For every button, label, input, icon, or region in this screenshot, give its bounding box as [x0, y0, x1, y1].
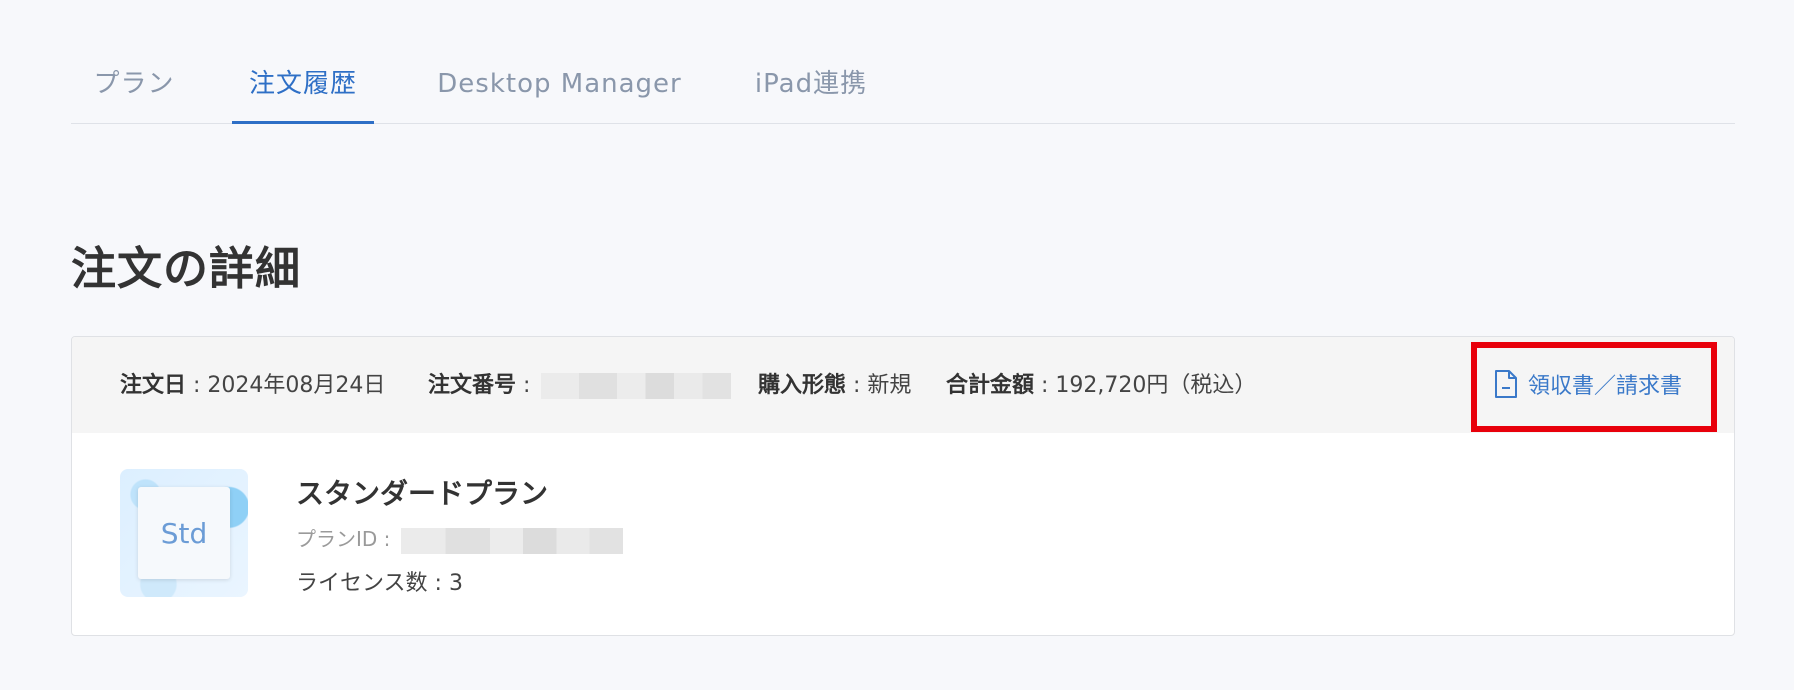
plan-id: プランID : [296, 523, 623, 554]
tab-bar: プラン 注文履歴 Desktop Manager iPad連携 [71, 56, 1735, 124]
document-icon [1494, 369, 1518, 399]
order-card: 注文日 : 2024年08月24日 注文番号 : 購入形態 : 新規 合計金額 … [71, 336, 1735, 636]
redacted-plan-id [400, 527, 623, 554]
tab-ipad-integration[interactable]: iPad連携 [746, 56, 876, 124]
plan-id-label: プランID : [296, 527, 397, 551]
purchase-type: 購入形態 : 新規 [758, 367, 911, 399]
page-title: 注文の詳細 [71, 242, 302, 295]
purchase-type-value: 新規 [867, 373, 912, 398]
total-amount-value: 192,720円（税込） [1055, 373, 1257, 398]
order-number-label: 注文番号 [428, 373, 517, 398]
total-amount: 合計金額 : 192,720円（税込） [946, 367, 1256, 399]
tab-desktop-manager[interactable]: Desktop Manager [432, 56, 687, 124]
order-number: 注文番号 : [428, 367, 732, 399]
order-date-label: 注文日 [120, 373, 187, 398]
order-date-value: 2024年08月24日 [207, 373, 386, 398]
license-count-value: 3 [448, 571, 463, 596]
receipt-invoice-label: 領収書／請求書 [1528, 374, 1683, 399]
total-amount-label: 合計金額 [946, 373, 1035, 398]
plan-thumbnail: Std [120, 469, 248, 597]
license-count-label: ライセンス数 : [296, 571, 449, 596]
page: プラン 注文履歴 Desktop Manager iPad連携 注文の詳細 注文… [0, 0, 1794, 690]
purchase-type-label: 購入形態 [758, 373, 847, 398]
separator: : [846, 373, 868, 398]
receipt-invoice-link[interactable]: 領収書／請求書 [1494, 367, 1682, 401]
plan-thumbnail-text: Std [160, 516, 208, 550]
license-count: ライセンス数 : 3 [296, 565, 463, 597]
order-date: 注文日 : 2024年08月24日 [120, 367, 385, 399]
redacted-order-number [541, 373, 732, 399]
separator: : [516, 373, 538, 398]
tab-order-history[interactable]: 注文履歴 [232, 56, 374, 124]
separator: : [186, 373, 208, 398]
tab-plan[interactable]: プラン [89, 56, 179, 124]
plan-thumbnail-card: Std [138, 487, 230, 579]
separator: : [1034, 373, 1056, 398]
plan-name: スタンダードプラン [296, 477, 549, 510]
order-header: 注文日 : 2024年08月24日 注文番号 : 購入形態 : 新規 合計金額 … [72, 337, 1734, 433]
